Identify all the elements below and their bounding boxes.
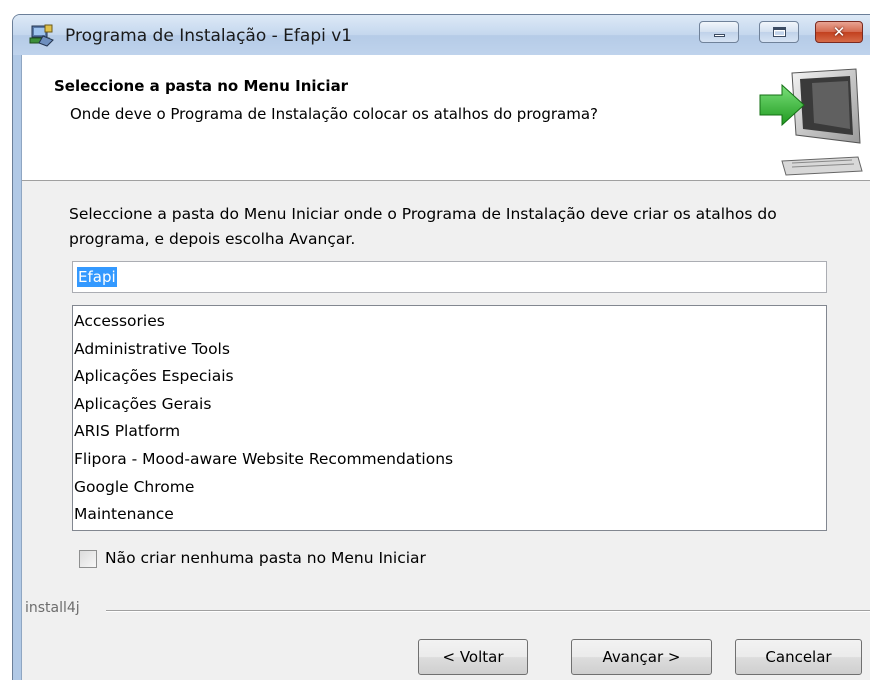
list-item[interactable]: Accessories (73, 308, 826, 336)
start-menu-folder-list[interactable]: Accessories Administrative Tools Aplicaç… (72, 305, 827, 531)
next-button[interactable]: Avançar > (571, 639, 712, 675)
list-item[interactable]: Aplicações Especiais (73, 363, 826, 391)
no-folder-checkbox-label[interactable]: Não criar nenhuma pasta no Menu Iniciar (105, 549, 426, 567)
start-menu-folder-input[interactable]: Efapi (72, 261, 827, 293)
computer-install-icon (759, 68, 863, 176)
list-item[interactable]: Flipora - Mood-aware Website Recommendat… (73, 446, 826, 474)
brand-label: install4j (25, 600, 86, 616)
installer-app-icon (29, 24, 54, 47)
installer-window: Programa de Instalação - Efapi v1 ✕ Sele… (12, 14, 870, 680)
list-item[interactable]: Maintenance (73, 501, 826, 529)
list-item[interactable]: Administrative Tools (73, 336, 826, 364)
back-button[interactable]: < Voltar (418, 639, 528, 675)
close-icon: ✕ (832, 23, 846, 41)
title-bar[interactable]: Programa de Instalação - Efapi v1 ✕ (13, 15, 870, 55)
page-subtitle: Onde deve o Programa de Instalação coloc… (70, 105, 598, 123)
no-folder-checkbox[interactable] (79, 550, 97, 568)
separator-line (106, 610, 870, 612)
list-item[interactable]: ARIS Platform (73, 418, 826, 446)
maximize-icon (773, 27, 786, 37)
page-title: Seleccione a pasta no Menu Iniciar (54, 77, 349, 95)
dialog-client-area: Seleccione a pasta no Menu Iniciar Onde … (21, 55, 870, 680)
window-title: Programa de Instalação - Efapi v1 (65, 26, 353, 46)
page-header: Seleccione a pasta no Menu Iniciar Onde … (22, 55, 870, 181)
minimize-button[interactable] (699, 21, 739, 43)
list-item[interactable]: Aplicações Gerais (73, 391, 826, 419)
close-button[interactable]: ✕ (815, 21, 863, 43)
maximize-button[interactable] (759, 21, 799, 43)
brand-separator: install4j (22, 600, 870, 620)
minimize-icon (714, 34, 725, 37)
instructions-text: Seleccione a pasta do Menu Iniciar onde … (69, 205, 777, 248)
list-item[interactable]: Google Chrome (73, 474, 826, 502)
cancel-button[interactable]: Cancelar (735, 639, 862, 675)
folder-name-selection: Efapi (77, 267, 117, 287)
